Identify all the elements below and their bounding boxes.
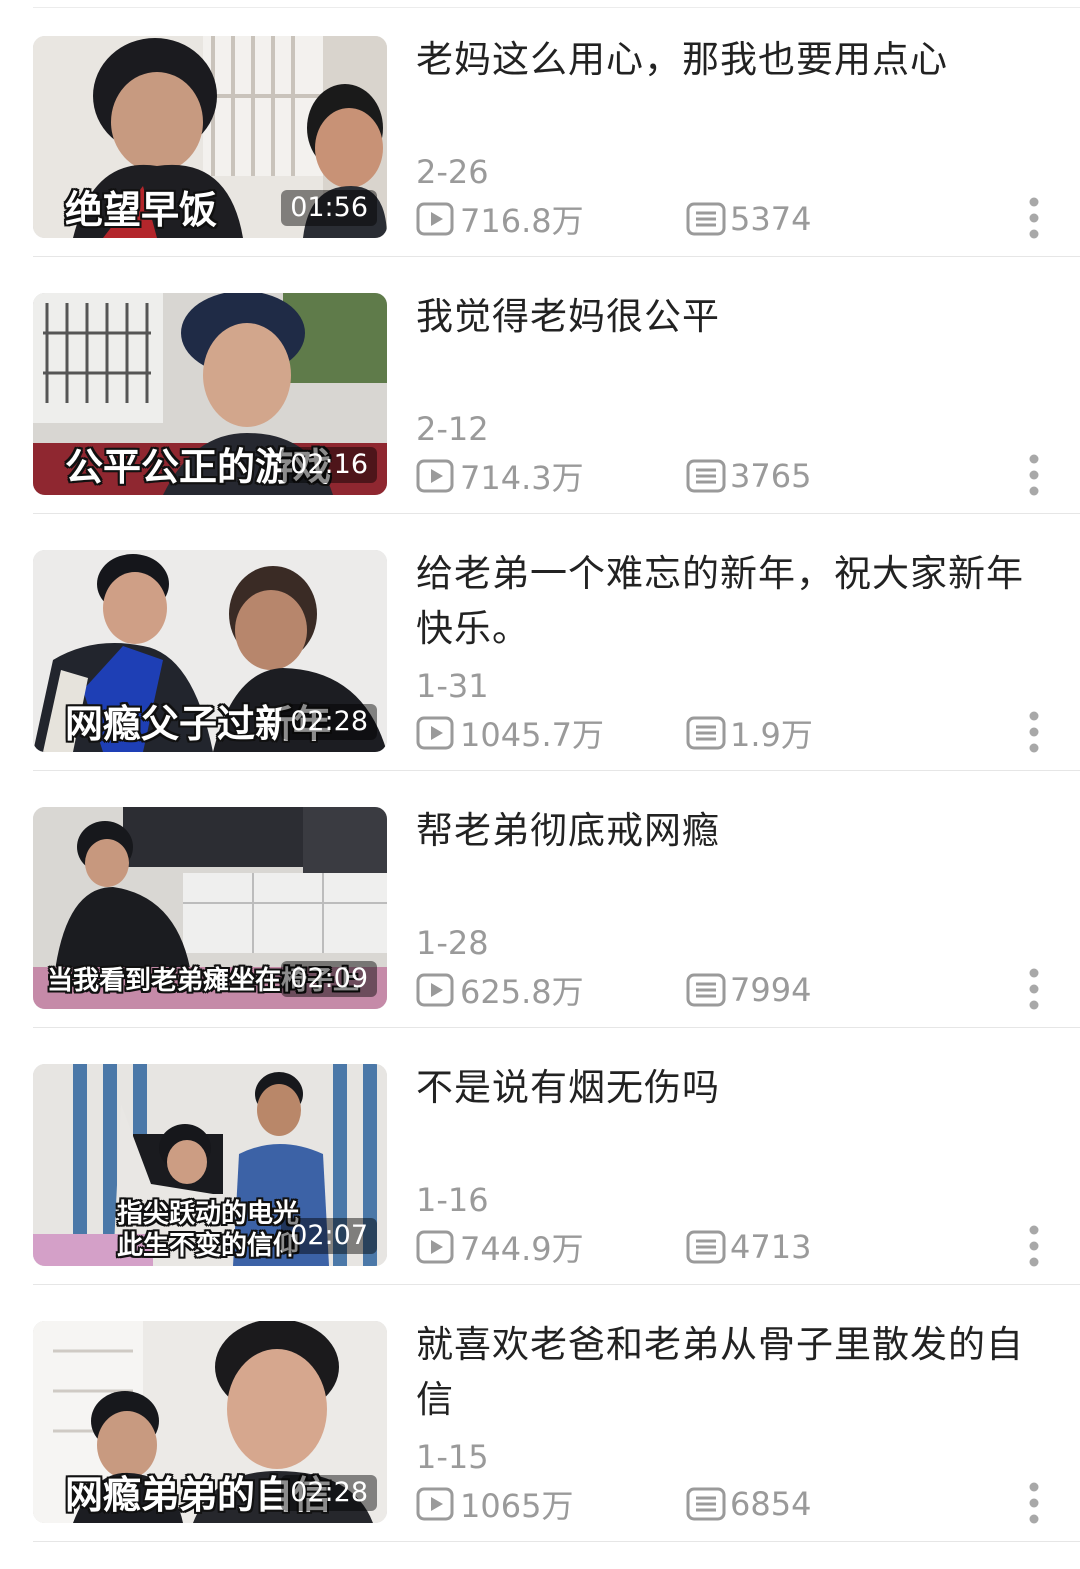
more-vertical-icon[interactable]: [1024, 196, 1044, 240]
video-date: 1-16: [416, 1181, 489, 1219]
video-title[interactable]: 给老弟一个难忘的新年，祝大家新年快乐。: [416, 546, 1026, 656]
view-count-text: 625.8万: [460, 973, 584, 1011]
thumbnail-caption: 指尖跃动的电光 此生不变的信仰: [117, 1199, 300, 1261]
play-icon: [416, 202, 456, 236]
video-title[interactable]: 不是说有烟无伤吗: [416, 1060, 1026, 1115]
comment-count-text: 1.9万: [730, 716, 813, 754]
video-date: 1-15: [416, 1438, 489, 1476]
more-vertical-icon[interactable]: [1024, 1224, 1044, 1268]
comment-count-text: 3765: [730, 457, 812, 495]
view-count: 716.8万: [416, 199, 584, 240]
video-item[interactable]: 当我看到老弟瘫坐在椅子上 02:09 帮老弟彻底戒网瘾 1-28 625.8万 …: [0, 771, 1080, 1028]
video-duration: 02:28: [281, 704, 377, 740]
view-count: 625.8万: [416, 970, 584, 1011]
comment-count: 7994: [686, 970, 811, 1010]
video-thumbnail[interactable]: 当我看到老弟瘫坐在椅子上 02:09: [33, 807, 387, 1009]
video-duration: 02:09: [281, 961, 377, 997]
comment-count: 4713: [686, 1227, 811, 1267]
view-count-text: 1065万: [460, 1487, 574, 1525]
video-item[interactable]: 网瘾父子过新年 02:28 给老弟一个难忘的新年，祝大家新年快乐。 1-31 1…: [0, 514, 1080, 771]
view-count-text: 744.9万: [460, 1230, 584, 1268]
video-title[interactable]: 就喜欢老爸和老弟从骨子里散发的自信: [416, 1317, 1026, 1427]
video-thumbnail[interactable]: 网瘾父子过新年 02:28: [33, 550, 387, 752]
video-thumbnail[interactable]: 公平公正的游戏 02:16: [33, 293, 387, 495]
comment-list-icon: [686, 973, 726, 1007]
view-count-text: 1045.7万: [460, 716, 604, 754]
item-divider: [33, 1541, 1080, 1542]
play-icon: [416, 1487, 456, 1521]
comment-count-text: 5374: [730, 200, 812, 238]
comment-list-icon: [686, 459, 726, 493]
video-item[interactable]: 公平公正的游戏 02:16 我觉得老妈很公平 2-12 714.3万 3765: [0, 257, 1080, 514]
view-count: 714.3万: [416, 456, 584, 497]
comment-count: 6854: [686, 1484, 811, 1524]
play-icon: [416, 973, 456, 1007]
comment-count-text: 6854: [730, 1485, 812, 1523]
comment-list-icon: [686, 716, 726, 750]
video-title[interactable]: 帮老弟彻底戒网瘾: [416, 803, 1026, 858]
video-thumbnail[interactable]: 绝望早饭 01:56: [33, 36, 387, 238]
more-vertical-icon[interactable]: [1024, 1481, 1044, 1525]
video-item[interactable]: 指尖跃动的电光 此生不变的信仰 02:07 不是说有烟无伤吗 1-16 744.…: [0, 1028, 1080, 1285]
view-count-text: 716.8万: [460, 202, 584, 240]
video-date: 1-31: [416, 667, 489, 705]
video-date: 2-12: [416, 410, 489, 448]
video-duration: 02:28: [281, 1475, 377, 1511]
video-duration: 02:07: [281, 1218, 377, 1254]
comment-count-text: 7994: [730, 971, 812, 1009]
video-title[interactable]: 我觉得老妈很公平: [416, 289, 1026, 344]
video-title[interactable]: 老妈这么用心，那我也要用点心: [416, 32, 1026, 87]
video-item[interactable]: 网瘾弟弟的自信 02:28 就喜欢老爸和老弟从骨子里散发的自信 1-15 106…: [0, 1285, 1080, 1542]
play-icon: [416, 1230, 456, 1264]
comment-count: 5374: [686, 199, 811, 239]
view-count-text: 714.3万: [460, 459, 584, 497]
video-date: 2-26: [416, 153, 489, 191]
play-icon: [416, 716, 456, 750]
comment-list-icon: [686, 1487, 726, 1521]
video-duration: 01:56: [281, 190, 377, 226]
video-thumbnail[interactable]: 网瘾弟弟的自信 02:28: [33, 1321, 387, 1523]
more-vertical-icon[interactable]: [1024, 967, 1044, 1011]
video-item[interactable]: 绝望早饭 01:56 老妈这么用心，那我也要用点心 2-26 716.8万 53…: [0, 0, 1080, 257]
view-count: 1065万: [416, 1484, 574, 1525]
play-icon: [416, 459, 456, 493]
video-duration: 02:16: [281, 447, 377, 483]
comment-list-icon: [686, 1230, 726, 1264]
comment-count-text: 4713: [730, 1228, 812, 1266]
view-count: 1045.7万: [416, 713, 604, 754]
comment-count: 3765: [686, 456, 811, 496]
thumbnail-caption: 绝望早饭: [65, 188, 218, 232]
video-date: 1-28: [416, 924, 489, 962]
more-vertical-icon[interactable]: [1024, 710, 1044, 754]
comment-list-icon: [686, 202, 726, 236]
view-count: 744.9万: [416, 1227, 584, 1268]
comment-count: 1.9万: [686, 713, 813, 754]
video-thumbnail[interactable]: 指尖跃动的电光 此生不变的信仰 02:07: [33, 1064, 387, 1266]
more-vertical-icon[interactable]: [1024, 453, 1044, 497]
